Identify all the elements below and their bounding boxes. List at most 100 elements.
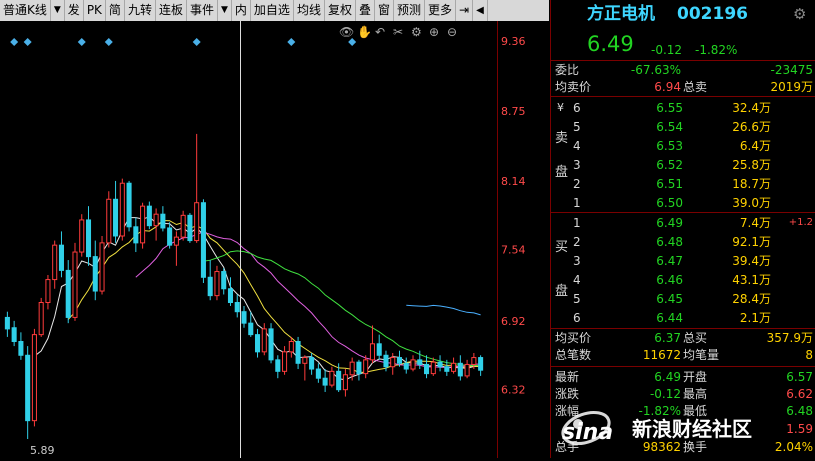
candle-body <box>410 359 416 370</box>
event-marker-icon <box>287 38 296 46</box>
avg-buy-label: 均买价 <box>555 331 592 345</box>
candle-body <box>207 276 213 297</box>
stock-name: 方正电机 <box>587 4 655 24</box>
candle-body <box>146 205 152 227</box>
event-marker-icon <box>104 38 113 46</box>
settings-gear-icon[interactable]: ⚙ <box>793 6 806 22</box>
fa-button[interactable]: 发 <box>65 0 84 21</box>
y-tick-label: 6.32 <box>501 384 526 397</box>
y-tick-label: 6.92 <box>501 315 526 328</box>
candle-body <box>464 363 470 377</box>
adjust-button[interactable]: 复权 <box>325 0 356 21</box>
event-marker-icon <box>192 38 201 46</box>
candle-body <box>369 343 375 361</box>
sina-community-text: 新浪财经社区 <box>632 417 752 441</box>
high-label: 最高 <box>683 387 708 401</box>
weibi-value: -23475 <box>770 63 813 77</box>
candle-body <box>282 351 288 372</box>
chg-label: 涨跌 <box>555 387 580 401</box>
quote-panel: 方正电机 002196 ⚙ 6.49 -0.12 -1.82% 委比 -67.6… <box>550 0 815 458</box>
bid-level-row[interactable]: 6 6.44 2.1万 <box>551 310 815 326</box>
pk-button[interactable]: PK <box>84 0 106 21</box>
candle-body <box>72 251 78 318</box>
candle-body <box>349 361 355 376</box>
candle-body <box>342 374 348 391</box>
simple-button[interactable]: 简 <box>106 0 125 21</box>
bid-level-number: 6 <box>573 311 581 325</box>
candle-body <box>309 357 315 370</box>
candle-body <box>478 357 484 371</box>
bid-level-row[interactable]: 1 6.49 7.4万 +1.2 <box>551 215 815 231</box>
candle-body <box>471 357 477 365</box>
sell-side-label-2: 盘 <box>555 165 569 180</box>
total-sell-label: 总卖 <box>683 80 708 94</box>
kline-type-dropdown[interactable]: 普通K线 <box>0 0 51 21</box>
low-price-label: 5.89 <box>30 444 55 457</box>
y-tick-label: 8.14 <box>501 175 526 188</box>
dropdown-arrow-icon[interactable]: ▼ <box>218 0 232 21</box>
kline-chart[interactable]: 👁 ✋ ↶ ✂ ⚙ ⊕ ⊖ 9.36 8.75 8.14 7.54 6.92 6.32 5.89 <box>0 21 549 458</box>
ask-level-row[interactable]: 1 6.50 39.0万 <box>551 195 815 211</box>
lianban-button[interactable]: 连板 <box>156 0 187 21</box>
dropdown-arrow-icon[interactable]: ▼ <box>51 0 65 21</box>
ma-button[interactable]: 均线 <box>294 0 325 21</box>
event-marker-icon <box>77 38 86 46</box>
ma30-line <box>203 250 481 367</box>
candle-body <box>106 198 112 244</box>
collapse-left-icon[interactable]: ◀ <box>473 0 488 21</box>
more-button[interactable]: 更多 <box>425 0 457 21</box>
total-buy-label: 总买 <box>683 331 708 345</box>
open-value: 6.57 <box>786 370 813 384</box>
candle-body <box>254 334 261 353</box>
event-button[interactable]: 事件 <box>187 0 218 21</box>
candle-body <box>390 357 396 368</box>
avg-buy-value: 6.37 <box>654 331 681 345</box>
candle-body <box>451 362 457 372</box>
sina-watermark: sina 新浪财经社区 <box>556 406 811 450</box>
candle-body <box>79 219 85 253</box>
add-favorite-button[interactable]: 加自选 <box>251 0 294 21</box>
total-trades-value: 11672 <box>642 348 681 362</box>
inner-button[interactable]: 内 <box>232 0 251 21</box>
sina-logo-text: sina <box>562 420 613 445</box>
candle-body <box>45 279 51 304</box>
bid-price: 6.44 <box>656 311 683 325</box>
candle-body <box>268 328 274 361</box>
candle-body <box>160 213 166 229</box>
overlay-button[interactable]: 叠 <box>356 0 375 21</box>
zoom-out-icon: ⊖ <box>447 25 457 39</box>
latest-value: 6.49 <box>654 370 681 384</box>
candle-body <box>11 327 17 343</box>
candle-body <box>322 377 328 386</box>
candle-body <box>403 362 409 370</box>
weibi-label: 委比 <box>555 63 580 77</box>
candle-body <box>194 202 200 242</box>
chg-value: -0.12 <box>649 387 681 401</box>
dock-panel-icon[interactable]: ⇥ <box>456 0 474 21</box>
total-trades-label: 总笔数 <box>555 348 592 362</box>
bid-volume: 7.4万 <box>739 216 771 230</box>
high-value: 6.62 <box>786 387 813 401</box>
open-label: 开盘 <box>683 370 708 384</box>
candle-body <box>356 361 362 375</box>
avg-sell-label: 均卖价 <box>555 80 592 94</box>
avg-per-trade-label: 均笔量 <box>683 348 720 362</box>
ask-price: 6.50 <box>656 196 683 210</box>
jiuzhuan-button[interactable]: 九转 <box>125 0 156 21</box>
candle-body <box>133 226 139 244</box>
candle-body <box>119 182 125 237</box>
avg-sell-value: 6.94 <box>654 80 681 94</box>
buy-side-label-1: 买 <box>555 240 569 255</box>
window-button[interactable]: 窗 <box>375 0 394 21</box>
candle-body <box>315 368 321 379</box>
candle-body <box>302 357 308 364</box>
yen-icon: ¥ <box>557 101 564 114</box>
buy-side-label-2: 盘 <box>555 284 569 299</box>
hand-icon: ✋ <box>357 25 372 39</box>
price-change-pct: -1.82% <box>695 43 738 57</box>
event-marker-icon <box>348 38 357 46</box>
forecast-button[interactable]: 预测 <box>394 0 426 21</box>
candle-body <box>221 271 227 290</box>
bid-price: 6.49 <box>656 216 683 230</box>
candle-body <box>31 334 37 422</box>
